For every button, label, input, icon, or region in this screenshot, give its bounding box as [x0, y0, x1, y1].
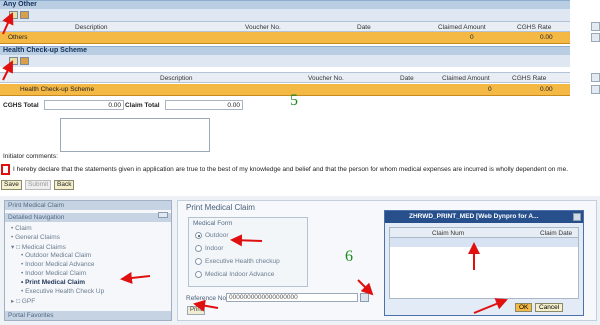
medical-form-title: Medical Form [193, 220, 233, 227]
radio-outdoor[interactable] [195, 232, 202, 239]
back-button[interactable]: Back [54, 180, 75, 190]
initiator-comments-label: Initiator comments: [3, 153, 58, 160]
submit-button[interactable]: Submit [25, 180, 52, 190]
radio-indoor[interactable] [195, 245, 202, 252]
nav-item-outdoor-medical-claim[interactable]: • Outdoor Medical Claim [21, 252, 91, 259]
nav-detailed-title: Detailed Navigation [5, 213, 171, 222]
nav-item-executive-health-check-up[interactable]: • Executive Health Check Up [21, 288, 104, 295]
save-button[interactable]: Save [1, 180, 22, 190]
print-button[interactable]: Print [187, 306, 206, 315]
radio-outdoor-label: Outdoor [205, 232, 229, 239]
claim-total-label: Claim Total [125, 102, 160, 109]
radio-medical-indoor-advance-label: Medical Indoor Advance [205, 271, 275, 278]
reference-input[interactable]: 0000000000000000000 [226, 293, 358, 302]
radio-indoor-label: Indoor [205, 245, 224, 252]
claim-grid: Claim Num Claim Date [389, 227, 579, 299]
ok-button[interactable]: OK [515, 303, 533, 312]
col-claim-date: Claim Date [540, 230, 573, 237]
claim-grid-header: Claim Num Claim Date [390, 228, 578, 238]
nav-item-indoor-medical-claim[interactable]: • Indoor Medical Claim [21, 270, 86, 277]
totals-row: CGHS Total 0.00 Claim Total 0.00 [0, 100, 600, 112]
popup-title: ZHRWD_PRINT_MED [Web Dynpro for A... [385, 211, 583, 223]
col-description: Description [160, 75, 193, 82]
health-checkup-section-title: Health Check-up Scheme [0, 46, 570, 55]
health-checkup-grid-header: Description Voucher No. Date Claimed Amo… [0, 72, 570, 83]
nav-portal-favorites: Portal Favorites [5, 311, 171, 320]
portal-screen: Print Medical Claim Detailed Navigation … [0, 196, 600, 325]
reference-label: Reference No.: [186, 295, 230, 302]
claim-selection-popup: ZHRWD_PRINT_MED [Web Dynpro for A... Cla… [384, 210, 584, 316]
col-claim-num: Claim Num [432, 230, 465, 237]
any-other-toolbar [0, 9, 570, 21]
table-row[interactable]: Others 0 0.00 [0, 32, 570, 44]
col-claimed-amount: Claimed Amount [438, 24, 486, 31]
table-row[interactable]: Health Check-up Scheme 0 0.00 [0, 84, 570, 96]
scroll-up-icon[interactable] [591, 73, 600, 82]
any-other-section-title: Any Other [0, 0, 570, 9]
scroll-down-icon[interactable] [591, 85, 600, 94]
declaration-text: I hereby declare that the statements giv… [13, 166, 568, 173]
nav-item-claim[interactable]: • Claim [11, 225, 32, 232]
delete-row-icon[interactable] [20, 57, 29, 65]
print-medical-claim-panel: Print Medical Claim Medical Form Outdoor… [177, 200, 597, 321]
claim-total-field: 0.00 [165, 100, 243, 110]
add-row-icon[interactable] [9, 11, 18, 19]
nav-item-print-medical-claim[interactable]: • Print Medical Claim [21, 279, 85, 286]
col-cghs-rate: CGHS Rate [512, 75, 547, 82]
radio-medical-indoor-advance[interactable] [195, 271, 202, 278]
declaration-row: I hereby declare that the statements giv… [0, 164, 600, 176]
scroll-up-icon[interactable] [591, 22, 600, 31]
radio-executive-health-label: Executive Health checkup [205, 258, 280, 265]
close-icon[interactable] [573, 213, 581, 221]
row-description: Health Check-up Scheme [20, 86, 95, 93]
collapse-icon[interactable] [158, 212, 168, 218]
row-claimed-amount: 0 [470, 34, 474, 41]
detailed-navigation-panel: Print Medical Claim Detailed Navigation … [4, 200, 172, 321]
any-other-grid-header: Description Voucher No. Date Claimed Amo… [0, 21, 570, 32]
nav-item-gpf[interactable]: ▸ □ GPF [11, 297, 35, 305]
declaration-checkbox[interactable] [1, 164, 10, 175]
col-date: Date [400, 75, 414, 82]
claim-details-panel: Any Other Description Voucher No. Date C… [0, 0, 600, 190]
row-cghs-rate: 0.00 [540, 86, 553, 93]
add-row-icon[interactable] [9, 57, 18, 65]
row-description: Others [8, 34, 28, 41]
medical-form-group: Medical Form Outdoor Indoor Executive He… [188, 217, 308, 287]
nav-item-general-claims[interactable]: • General Claims [11, 234, 60, 241]
delete-row-icon[interactable] [20, 11, 29, 19]
table-row[interactable] [390, 238, 578, 247]
col-description: Description [75, 24, 108, 31]
cghs-total-field: 0.00 [44, 100, 124, 110]
scroll-down-icon[interactable] [591, 33, 600, 42]
value-help-icon[interactable] [360, 293, 369, 302]
nav-item-indoor-medical-advance[interactable]: • Indoor Medical Advance [21, 261, 94, 268]
page-title: Print Medical Claim [186, 203, 255, 212]
radio-executive-health[interactable] [195, 258, 202, 265]
nav-item-medical-claims[interactable]: ▾ □ Medical Claims [11, 243, 66, 251]
cancel-button[interactable]: Cancel [535, 303, 564, 312]
nav-top-title: Print Medical Claim [5, 201, 171, 210]
row-claimed-amount: 0 [488, 86, 492, 93]
col-cghs-rate: CGHS Rate [517, 24, 552, 31]
health-checkup-toolbar [0, 55, 570, 67]
cghs-total-label: CGHS Total [3, 102, 39, 109]
initiator-comments-input[interactable] [60, 118, 210, 152]
col-claimed-amount: Claimed Amount [442, 75, 490, 82]
step-six-label: 6 [345, 248, 353, 265]
col-voucher: Voucher No. [308, 75, 344, 82]
col-voucher: Voucher No. [245, 24, 281, 31]
col-date: Date [357, 24, 371, 31]
row-cghs-rate: 0.00 [540, 34, 553, 41]
